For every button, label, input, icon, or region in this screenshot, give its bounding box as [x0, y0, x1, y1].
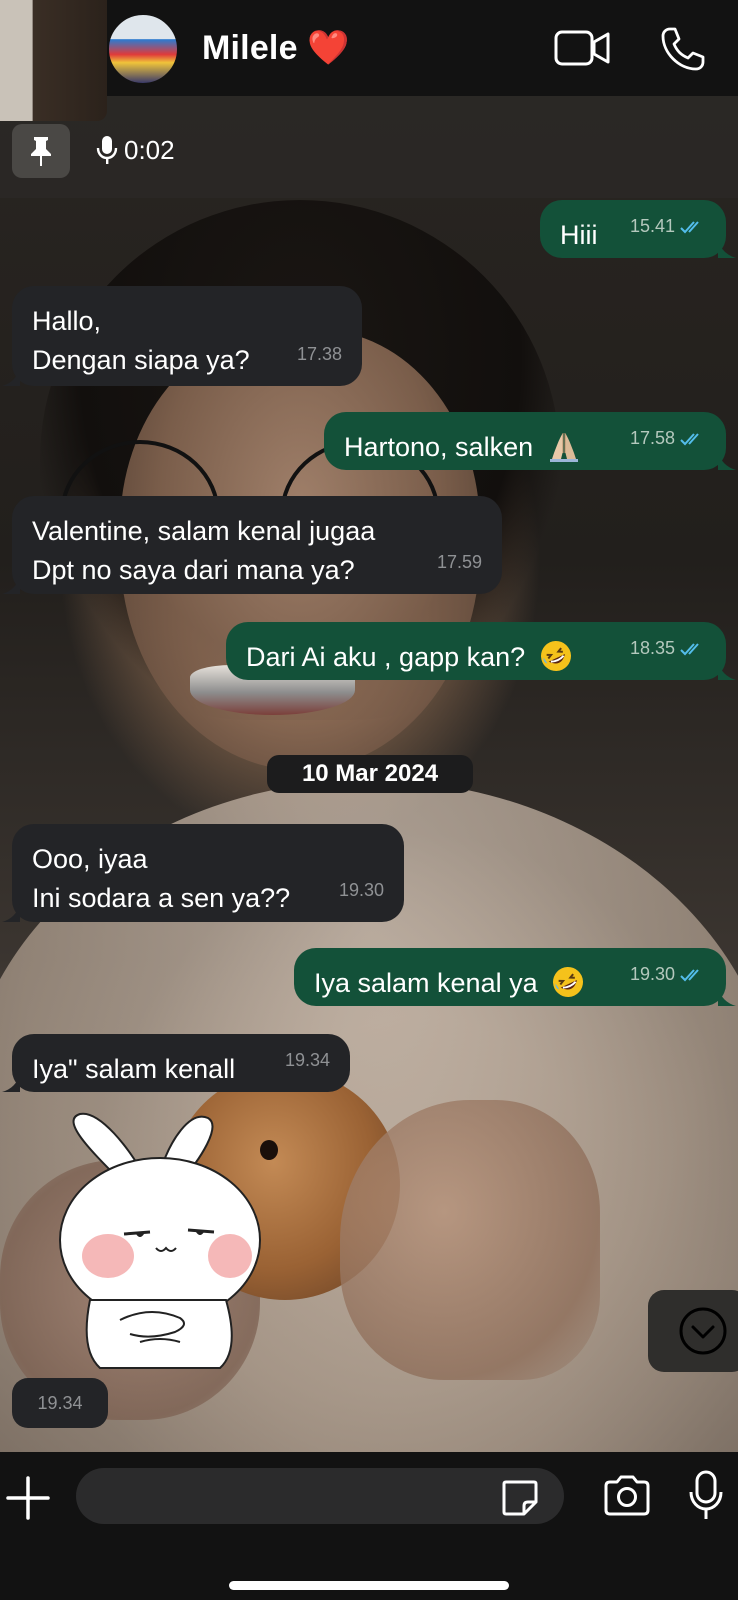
pin-icon — [31, 137, 51, 166]
message-time: 17.38 — [296, 344, 342, 364]
rofl-emoji-icon — [540, 640, 571, 671]
message-text-line: Hallo, — [32, 306, 102, 336]
phone-call-icon[interactable] — [660, 26, 706, 72]
bubble-tail — [718, 452, 736, 470]
message-text-content: Dari Ai aku , gapp kan? — [246, 642, 526, 672]
message-bubble-incoming[interactable]: Hallo, Dengan siapa ya? 17.38 — [2, 286, 362, 386]
bubble-tail — [718, 662, 736, 680]
scroll-to-bottom-button[interactable] — [648, 1290, 738, 1372]
message-text-content: Hartono, salken — [344, 432, 534, 462]
sticker-icon[interactable] — [500, 1478, 540, 1518]
message-meta: 17.38 — [297, 335, 342, 374]
bubble-tail — [2, 904, 20, 922]
message-time: 17.58 — [629, 428, 675, 448]
video-call-icon[interactable] — [554, 26, 610, 70]
message-meta: 17.58 — [630, 419, 706, 458]
message-input[interactable] — [76, 1468, 564, 1524]
bubble-tail — [2, 576, 20, 594]
bubble-tail — [2, 1074, 20, 1092]
video-preview-thumbnail[interactable] — [0, 0, 107, 121]
home-indicator[interactable] — [229, 1581, 509, 1590]
message-time: 18.35 — [629, 638, 675, 658]
microphone-record-icon[interactable] — [688, 1470, 724, 1522]
sticker-time: 19.34 — [12, 1378, 108, 1428]
message-meta: 15.41 — [630, 207, 706, 246]
message-bubble-outgoing[interactable]: Hartono, salken 17.58 — [324, 412, 736, 470]
message-text-line: Dengan siapa ya? — [32, 345, 250, 375]
voice-playback[interactable]: 0:02 — [96, 132, 175, 168]
camera-icon[interactable] — [602, 1474, 652, 1518]
microphone-icon — [96, 136, 118, 164]
bubble-tail — [2, 368, 20, 386]
heart-emoji: ❤️ — [307, 29, 350, 67]
message-meta: 19.34 — [285, 1041, 330, 1080]
message-time: 15.41 — [629, 216, 675, 236]
message-bubble-incoming[interactable]: Iya" salam kenall 19.34 — [2, 1034, 350, 1092]
message-meta: 17.59 — [437, 543, 482, 582]
folded-hands-emoji-icon — [549, 432, 578, 462]
message-time: 19.30 — [338, 880, 384, 900]
message-text-line: Ini sodara a sen ya?? — [32, 883, 291, 913]
message-time: 17.59 — [436, 552, 482, 572]
message-time: 19.30 — [629, 964, 675, 984]
message-bubble-outgoing[interactable]: Hiii 15.41 — [540, 200, 736, 258]
message-text-line: Dpt no saya dari mana ya? — [32, 555, 355, 585]
bunny-sticker-icon[interactable] — [50, 1110, 270, 1370]
date-separator: 10 Mar 2024 — [267, 755, 473, 793]
voice-duration: 0:02 — [124, 134, 175, 165]
contact-name-text: Milele — [202, 29, 298, 67]
message-text-line: Ooo, iyaa — [32, 844, 148, 874]
wallpaper-hand-right — [340, 1100, 600, 1380]
bubble-tail — [718, 988, 736, 1006]
message-text-line: Valentine, salam kenal jugaa — [32, 516, 376, 546]
read-ticks-icon — [680, 968, 699, 981]
chevron-down-icon — [679, 1307, 727, 1355]
message-bubble-outgoing[interactable]: Dari Ai aku , gapp kan? 18.35 — [226, 622, 736, 680]
contact-name[interactable]: Milele ❤️ — [202, 28, 350, 68]
bubble-tail — [718, 240, 736, 258]
rofl-emoji-icon — [553, 966, 584, 997]
message-bubble-incoming[interactable]: Valentine, salam kenal jugaa Dpt no saya… — [2, 496, 502, 594]
message-text-content: Iya salam kenal ya — [314, 968, 538, 998]
contact-avatar[interactable] — [107, 13, 179, 85]
message-bubble-incoming[interactable]: Ooo, iyaa Ini sodara a sen ya?? 19.30 — [2, 824, 404, 922]
read-ticks-icon — [680, 220, 699, 233]
attach-plus-icon[interactable] — [6, 1476, 50, 1520]
message-bubble-outgoing[interactable]: Iya salam kenal ya 19.30 — [294, 948, 736, 1006]
chat-header: Milele ❤️ — [0, 0, 738, 96]
pin-button[interactable] — [12, 124, 70, 178]
read-ticks-icon — [680, 432, 699, 445]
message-meta: 19.30 — [630, 955, 706, 994]
message-meta: 19.30 — [339, 871, 384, 910]
message-meta: 18.35 — [630, 629, 706, 668]
message-time: 19.34 — [284, 1050, 330, 1070]
read-ticks-icon — [680, 642, 699, 655]
